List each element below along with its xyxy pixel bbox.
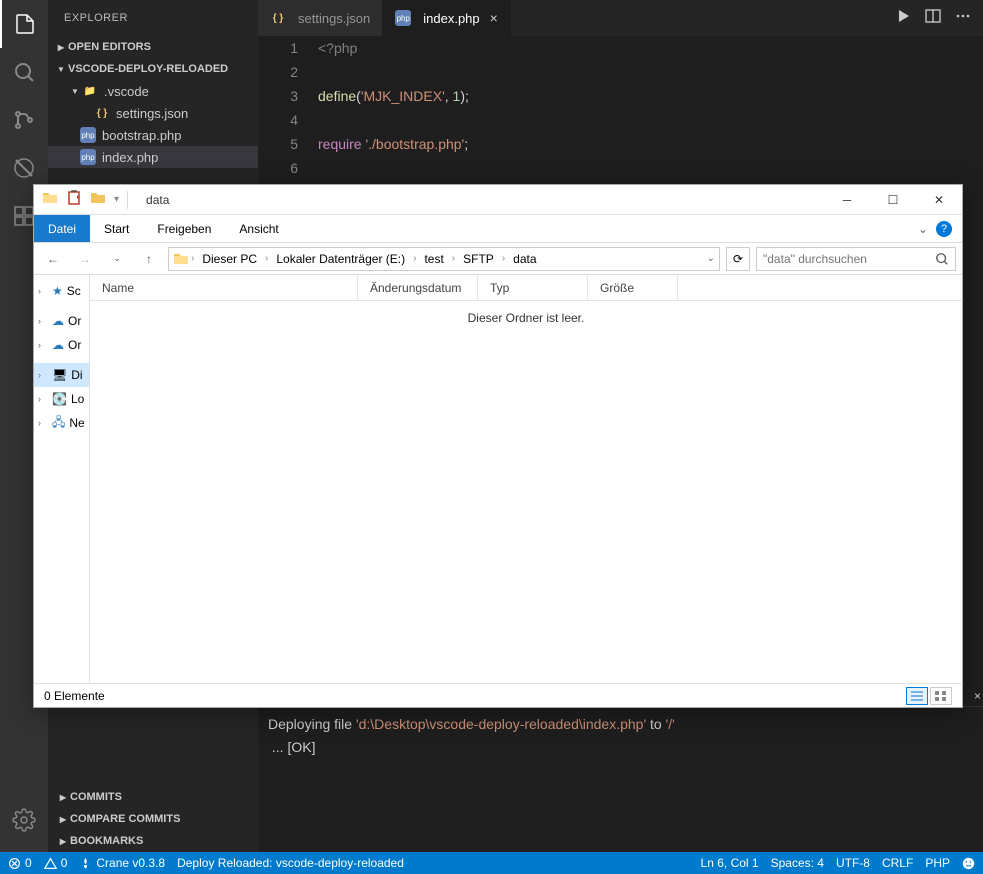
tree-folder-vscode[interactable]: 📁 .vscode: [48, 80, 258, 102]
activity-explorer-icon[interactable]: [0, 0, 48, 48]
panel-close-icon[interactable]: ×: [974, 689, 981, 703]
section-project[interactable]: VSCODE-DEPLOY-RELOADED: [48, 58, 258, 80]
window-title: data: [146, 193, 169, 207]
view-icons-button[interactable]: [930, 687, 952, 705]
file-list: Name Änderungsdatum Typ Größe Dieser Ord…: [90, 275, 962, 683]
qat-newfolder-icon[interactable]: [90, 190, 106, 209]
json-icon: { }: [94, 105, 110, 121]
nav-tree: ›★Sc ›☁Or ›☁Or ›🖥Di ›💽Lo ›🖧Ne: [34, 275, 90, 683]
json-icon: { }: [270, 10, 286, 26]
status-errors[interactable]: 0: [8, 856, 32, 870]
search-input[interactable]: [763, 252, 935, 266]
status-crane[interactable]: Crane v0.3.8: [79, 856, 165, 870]
column-headers: Name Änderungsdatum Typ Größe: [90, 275, 962, 301]
folder-icon: 📁: [82, 83, 98, 99]
column-modified[interactable]: Änderungsdatum: [358, 275, 478, 300]
explorer-statusbar: 0 Elemente: [34, 683, 962, 707]
view-details-button[interactable]: [906, 687, 928, 705]
run-icon[interactable]: [895, 8, 911, 29]
tree-item[interactable]: ›🖧Ne: [34, 411, 89, 435]
status-deploy[interactable]: Deploy Reloaded: vscode-deploy-reloaded: [177, 856, 404, 870]
column-type[interactable]: Typ: [478, 275, 588, 300]
tree-item[interactable]: ›★Sc: [34, 279, 89, 303]
status-bar: 0 0 Crane v0.3.8 Deploy Reloaded: vscode…: [0, 852, 983, 874]
breadcrumb[interactable]: › Dieser PC› Lokaler Datenträger (E:)› t…: [168, 247, 720, 271]
breadcrumb-item[interactable]: Lokaler Datenträger (E:): [270, 252, 411, 266]
nav-recent-button[interactable]: ⌄: [104, 247, 130, 271]
ribbon: Datei Start Freigeben Ansicht ⌄ ?: [34, 215, 962, 243]
tab-index[interactable]: php index.php ×: [383, 0, 511, 36]
editor-tabs: { } settings.json php index.php ×: [258, 0, 983, 36]
status-eol[interactable]: CRLF: [882, 856, 913, 870]
nav-back-button[interactable]: ←: [40, 247, 66, 271]
tab-close-icon[interactable]: ×: [490, 10, 498, 26]
php-icon: php: [80, 127, 96, 143]
terminal-output[interactable]: Deploying file 'd:\Desktop\vscode-deploy…: [258, 707, 983, 769]
tree-item[interactable]: ›🖥Di: [34, 363, 89, 387]
status-line-col[interactable]: Ln 6, Col 1: [701, 856, 759, 870]
activity-settings-icon[interactable]: [0, 796, 48, 844]
ribbon-tab-file[interactable]: Datei: [34, 215, 90, 242]
status-warnings[interactable]: 0: [44, 856, 68, 870]
sidebar-title: EXPLORER: [48, 0, 258, 36]
help-icon[interactable]: ?: [936, 221, 952, 237]
nav-up-button[interactable]: ↑: [136, 247, 162, 271]
section-open-editors[interactable]: OPEN EDITORS: [48, 36, 258, 58]
folder-icon: [173, 251, 189, 267]
column-size[interactable]: Größe: [588, 275, 678, 300]
breadcrumb-item[interactable]: test: [418, 252, 449, 266]
terminal-panel: × Deploying file 'd:\Desktop\vscode-depl…: [258, 706, 983, 769]
status-language[interactable]: PHP: [925, 856, 950, 870]
php-icon: php: [80, 149, 96, 165]
ribbon-tab-start[interactable]: Start: [90, 215, 143, 242]
file-explorer-window: ▾ data ─ ☐ ✕ Datei Start Freigeben Ansic…: [33, 184, 963, 708]
breadcrumb-item[interactable]: Dieser PC: [196, 252, 263, 266]
refresh-button[interactable]: ⟳: [726, 247, 750, 271]
nav-bar: ← → ⌄ ↑ › Dieser PC› Lokaler Datenträger…: [34, 243, 962, 275]
ribbon-tab-view[interactable]: Ansicht: [225, 215, 292, 242]
php-icon: php: [395, 10, 411, 26]
ribbon-expand-icon[interactable]: ⌄: [918, 222, 928, 236]
section-bookmarks[interactable]: BOOKMARKS: [48, 830, 258, 852]
minimize-button[interactable]: ─: [824, 185, 870, 215]
nav-forward-button[interactable]: →: [72, 247, 98, 271]
tree-item[interactable]: ›💽Lo: [34, 387, 89, 411]
qat-properties-icon[interactable]: [66, 190, 82, 209]
empty-folder-message: Dieser Ordner ist leer.: [90, 301, 962, 683]
breadcrumb-item[interactable]: SFTP: [457, 252, 500, 266]
maximize-button[interactable]: ☐: [870, 185, 916, 215]
section-commits[interactable]: COMMITS: [48, 786, 258, 808]
item-count: 0 Elemente: [44, 689, 105, 703]
section-compare-commits[interactable]: COMPARE COMMITS: [48, 808, 258, 830]
tree-file-settings[interactable]: { } settings.json: [48, 102, 258, 124]
window-titlebar[interactable]: ▾ data ─ ☐ ✕: [34, 185, 962, 215]
tree-item[interactable]: ›☁Or: [34, 309, 89, 333]
more-icon[interactable]: [955, 8, 971, 29]
tree-file-bootstrap[interactable]: php bootstrap.php: [48, 124, 258, 146]
search-box[interactable]: [756, 247, 956, 271]
close-button[interactable]: ✕: [916, 185, 962, 215]
tab-settings[interactable]: { } settings.json: [258, 0, 383, 36]
status-feedback-icon[interactable]: [962, 857, 975, 870]
folder-icon: [42, 190, 58, 209]
breadcrumb-item[interactable]: data: [507, 252, 542, 266]
status-encoding[interactable]: UTF-8: [836, 856, 870, 870]
status-spaces[interactable]: Spaces: 4: [771, 856, 824, 870]
ribbon-tab-share[interactable]: Freigeben: [143, 215, 225, 242]
search-icon: [935, 252, 949, 266]
tree-file-index[interactable]: php index.php: [48, 146, 258, 168]
activity-search-icon[interactable]: [0, 48, 48, 96]
activity-git-icon[interactable]: [0, 96, 48, 144]
column-name[interactable]: Name: [90, 275, 358, 300]
tree-item[interactable]: ›☁Or: [34, 333, 89, 357]
split-editor-icon[interactable]: [925, 8, 941, 29]
